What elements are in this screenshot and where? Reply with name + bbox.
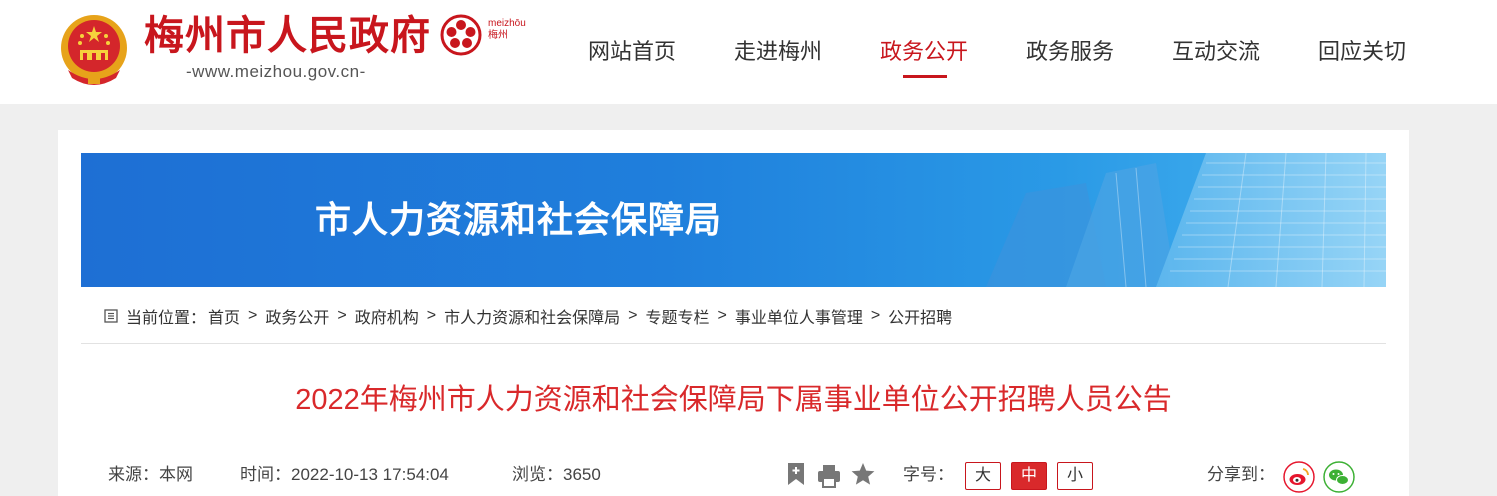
breadcrumb-item-home[interactable]: 首页 <box>208 304 240 328</box>
nav-item-response[interactable]: 回应关切 <box>1318 34 1406 66</box>
nav-item-home[interactable]: 网站首页 <box>588 34 676 66</box>
article-time: 时间：2022-10-13 17:54:04 <box>240 465 449 484</box>
city-flower-logo-icon <box>440 14 482 56</box>
font-size-small-button[interactable]: 小 <box>1057 462 1093 490</box>
city-logo-text-chinese: 梅州 <box>488 30 508 41</box>
breadcrumb-item-special-topics[interactable]: 专题专栏 <box>645 304 709 328</box>
share-label: 分享到： <box>1207 465 1275 484</box>
breadcrumb-separator: > <box>248 307 258 324</box>
nav-active-indicator <box>903 75 947 78</box>
breadcrumb-separator: > <box>628 307 638 324</box>
wechat-icon[interactable] <box>1323 461 1355 493</box>
bookmark-icon[interactable] <box>783 461 809 487</box>
font-size-large-button[interactable]: 大 <box>965 462 1001 490</box>
breadcrumb-item-gov-affairs[interactable]: 政务公开 <box>265 304 329 328</box>
department-banner: 市人力资源和社会保障局 <box>81 153 1386 287</box>
article-views: 浏览：3650 <box>512 465 601 484</box>
nav-item-interaction[interactable]: 互动交流 <box>1172 34 1260 66</box>
breadcrumb: 当前位置： 首页 > 政务公开 > 政府机构 > 市人力资源和社会保障局 > 专… <box>104 303 952 329</box>
breadcrumb-item-gov-agencies[interactable]: 政府机构 <box>355 304 419 328</box>
breadcrumb-item-recruitment[interactable]: 公开招聘 <box>888 304 952 328</box>
article-title: 2022年梅州市人力资源和社会保障局下属事业单位公开招聘人员公告 <box>295 384 1172 416</box>
breadcrumb-separator: > <box>337 307 347 324</box>
breadcrumb-separator: > <box>870 307 881 324</box>
article-source: 来源：本网 <box>108 465 193 484</box>
banner-title: 市人力资源和社会保障局 <box>314 200 722 241</box>
nav-item-about[interactable]: 走进梅州 <box>734 34 822 66</box>
print-icon[interactable] <box>816 463 842 489</box>
site-header: 梅州市人民政府 -www.meizhou.gov.cn- meizhōu 梅州 … <box>0 0 1497 104</box>
breadcrumb-separator: > <box>717 307 727 324</box>
star-icon[interactable] <box>850 461 876 487</box>
city-logo-text: meizhōu 梅州 <box>488 18 526 42</box>
city-logo-text-latin: meizhōu <box>488 18 526 29</box>
location-list-icon <box>104 309 118 323</box>
site-title[interactable]: 梅州市人民政府 <box>144 8 431 64</box>
breadcrumb-item-personnel[interactable]: 事业单位人事管理 <box>735 304 863 328</box>
font-size-medium-button[interactable]: 中 <box>1011 462 1047 490</box>
breadcrumb-prefix: 当前位置： <box>126 310 207 327</box>
font-size-label: 字号： <box>903 465 954 484</box>
national-emblem-icon[interactable] <box>58 12 130 88</box>
site-url: -www.meizhou.gov.cn- <box>186 62 366 81</box>
nav-item-gov-affairs[interactable]: 政务公开 <box>880 34 968 66</box>
skyscraper-illustration <box>986 153 1386 287</box>
nav-item-services[interactable]: 政务服务 <box>1026 34 1114 66</box>
weibo-icon[interactable] <box>1283 461 1315 493</box>
breadcrumb-item-hr-bureau[interactable]: 市人力资源和社会保障局 <box>444 304 620 328</box>
breadcrumb-separator: > <box>426 307 437 324</box>
breadcrumb-divider <box>81 343 1386 344</box>
